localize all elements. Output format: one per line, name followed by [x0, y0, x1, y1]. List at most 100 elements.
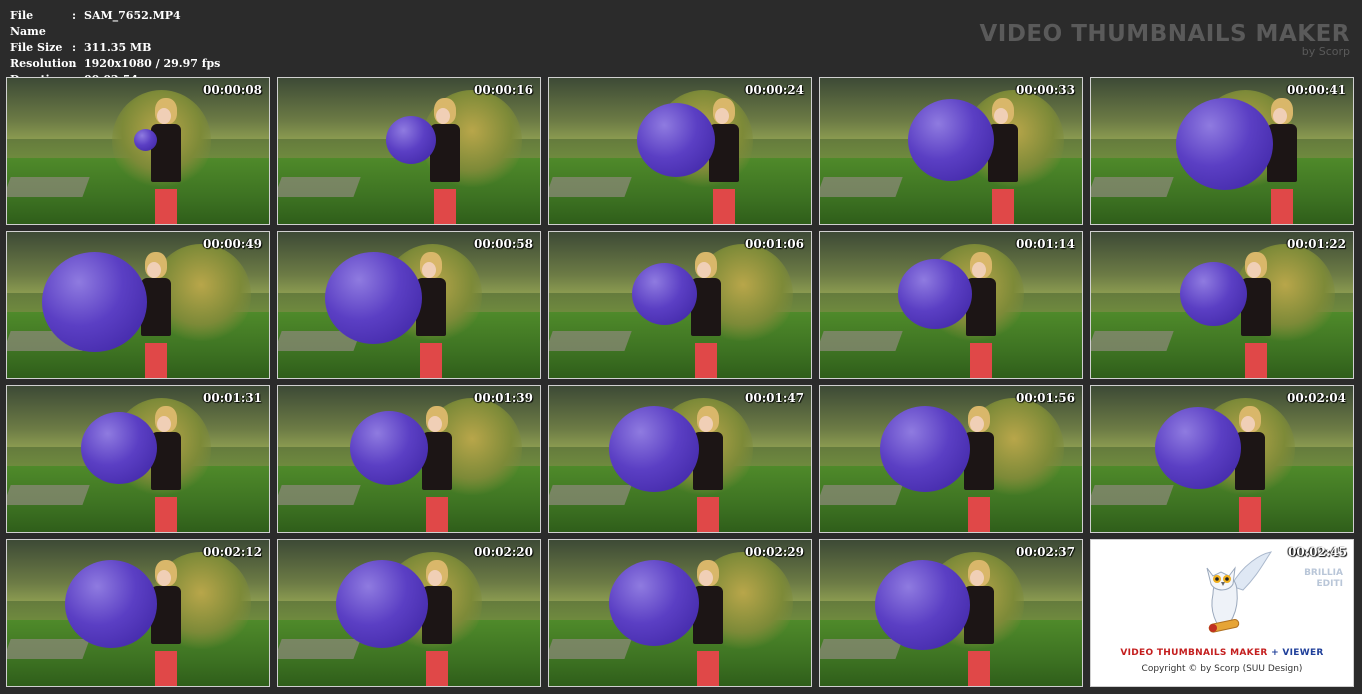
thumbnail-grid: 00:00:08 00:00:16 00:00:24 00:00:33 00:00:41…	[6, 77, 1358, 689]
scene-person	[1231, 406, 1271, 532]
side-text-line: BRILLIA	[1304, 568, 1343, 578]
info-separator: :	[72, 41, 77, 54]
video-thumbnail[interactable]: 00:02:29	[548, 539, 812, 687]
product-name-main: VIDEO THUMBNAILS MAKER	[1120, 648, 1268, 658]
side-text-line: EDITI	[1316, 579, 1343, 589]
video-thumbnail[interactable]: 00:00:08	[6, 77, 270, 225]
balloon	[134, 129, 157, 151]
video-thumbnail[interactable]: 00:02:04	[1090, 385, 1354, 533]
logo-tile: 00:02:45 BRILLIA EDITI VIDEO THUMBNAILS MAK…	[1090, 539, 1354, 687]
thumbnail-timestamp: 00:00:33	[1016, 83, 1075, 97]
video-thumbnail[interactable]: 00:01:56	[819, 385, 1083, 533]
balloon	[609, 406, 699, 492]
scene-path	[1091, 331, 1174, 352]
scene-path	[549, 639, 632, 660]
scene-path	[549, 485, 632, 506]
thumbnail-timestamp: 00:00:58	[474, 237, 533, 251]
video-thumbnail[interactable]: 00:00:16	[277, 77, 541, 225]
thumbnail-timestamp: 00:00:49	[203, 237, 262, 251]
video-thumbnail[interactable]: 00:01:14	[819, 231, 1083, 379]
logo-side-text: BRILLIA EDITI	[1304, 568, 1343, 590]
scene-path	[7, 485, 90, 506]
thumbnail-timestamp: 00:01:06	[745, 237, 804, 251]
video-thumbnail[interactable]: 00:01:31	[6, 385, 270, 533]
scene-person	[960, 406, 1000, 532]
brand-title: VIDEO THUMBNAILS MAKER	[979, 21, 1350, 47]
scene-path	[1091, 485, 1174, 506]
balloon	[42, 252, 147, 352]
balloon	[1155, 407, 1241, 489]
info-value: 311.35 MB	[84, 41, 152, 54]
video-thumbnail[interactable]: 00:02:37	[819, 539, 1083, 687]
scene-path	[549, 177, 632, 198]
scene-path	[549, 331, 632, 352]
info-value: 1920x1080 / 29.97 fps	[84, 57, 221, 70]
video-thumbnail[interactable]: 00:02:20	[277, 539, 541, 687]
scene-person	[147, 98, 187, 224]
video-thumbnail[interactable]: 00:00:49	[6, 231, 270, 379]
scene-person	[147, 406, 187, 532]
balloon	[637, 103, 715, 177]
scene-path	[278, 177, 361, 198]
video-thumbnail[interactable]: 00:00:58	[277, 231, 541, 379]
brand-watermark: VIDEO THUMBNAILS MAKER by Scorp	[979, 20, 1350, 58]
balloon	[81, 412, 157, 484]
info-separator: :	[72, 57, 77, 70]
scene-path	[278, 639, 361, 660]
owl-logo-icon	[1206, 551, 1273, 633]
thumbnail-timestamp: 00:00:41	[1287, 83, 1346, 97]
thumbnail-timestamp: 00:01:31	[203, 391, 262, 405]
thumbnail-timestamp: 00:01:39	[474, 391, 533, 405]
scene-person	[1237, 252, 1277, 378]
info-row-file-size: File Size : 311.35 MB	[10, 40, 220, 56]
balloon	[875, 560, 970, 650]
video-thumbnail[interactable]: 00:01:39	[277, 385, 541, 533]
balloon	[1180, 262, 1247, 326]
balloon	[632, 263, 697, 325]
info-row-resolution: Resolution : 1920x1080 / 29.97 fps	[10, 56, 220, 72]
scene-path	[820, 639, 903, 660]
thumbnail-timestamp: 00:02:37	[1016, 545, 1075, 559]
balloon	[609, 560, 699, 646]
product-name-viewer: VIEWER	[1282, 648, 1324, 658]
scene-path	[7, 639, 90, 660]
scene-person	[705, 98, 745, 224]
scene-person	[687, 252, 727, 378]
scene-person	[962, 252, 1002, 378]
balloon	[898, 259, 972, 329]
thumbnail-timestamp: 00:01:47	[745, 391, 804, 405]
video-thumbnail[interactable]: 00:00:33	[819, 77, 1083, 225]
thumbnail-timestamp: 00:01:56	[1016, 391, 1075, 405]
scene-person	[147, 560, 187, 686]
info-label: File Name	[10, 9, 46, 38]
thumbnail-timestamp: 00:00:24	[745, 83, 804, 97]
scene-path	[278, 485, 361, 506]
scene-path	[1091, 177, 1174, 198]
thumbnail-timestamp: 00:00:08	[203, 83, 262, 97]
balloon	[908, 99, 994, 181]
info-value: SAM_7652.MP4	[84, 9, 181, 22]
info-label: Resolution	[10, 57, 77, 70]
logo-tile-timestamp: 00:02:45	[1288, 545, 1347, 559]
thumbnail-timestamp: 00:02:12	[203, 545, 262, 559]
video-thumbnail[interactable]: 00:00:41	[1090, 77, 1354, 225]
video-thumbnail[interactable]: 00:01:47	[548, 385, 812, 533]
info-row-file-name: File Name : SAM_7652.MP4	[10, 8, 220, 40]
balloon	[65, 560, 157, 648]
video-thumbnail[interactable]: 00:00:24	[548, 77, 812, 225]
video-thumbnail[interactable]: 00:01:22	[1090, 231, 1354, 379]
scene-person	[418, 406, 458, 532]
thumbnail-timestamp: 00:01:22	[1287, 237, 1346, 251]
video-thumbnail[interactable]: 00:02:12	[6, 539, 270, 687]
scene-path	[820, 485, 903, 506]
info-separator: :	[72, 9, 77, 22]
thumbnail-timestamp: 00:01:14	[1016, 237, 1075, 251]
thumbnail-timestamp: 00:00:16	[474, 83, 533, 97]
video-thumbnail[interactable]: 00:01:06	[548, 231, 812, 379]
scene-person	[689, 560, 729, 686]
balloon	[386, 116, 436, 164]
copyright-text: Copyright © by Scorp (SUU Design)	[1141, 664, 1303, 674]
thumbnail-timestamp: 00:02:04	[1287, 391, 1346, 405]
scene-path	[820, 331, 903, 352]
scene-person	[960, 560, 1000, 686]
